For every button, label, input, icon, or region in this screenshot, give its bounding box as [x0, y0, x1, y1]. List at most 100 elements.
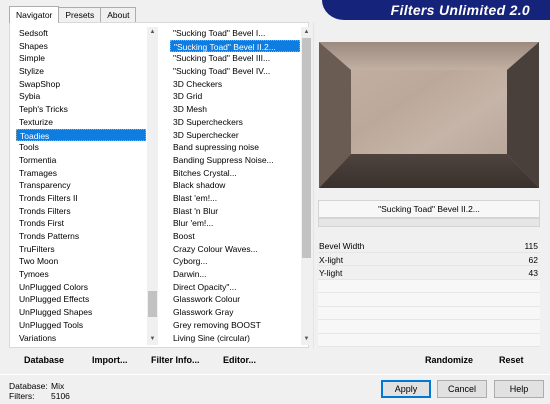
- database-value: Mix: [51, 381, 65, 391]
- list-item[interactable]: Tymoes: [16, 268, 146, 281]
- panel-divider: [313, 22, 314, 348]
- param-value: 62: [528, 254, 538, 265]
- list-item[interactable]: Tronds Patterns: [16, 230, 146, 243]
- list-item[interactable]: Sedsoft: [16, 27, 146, 40]
- list-item[interactable]: UnPlugged Colors: [16, 281, 146, 294]
- list-item[interactable]: 3D Superchecker: [170, 129, 300, 142]
- scroll-thumb[interactable]: [148, 291, 157, 317]
- list-item[interactable]: Band supressing noise: [170, 141, 300, 154]
- filters-count: 5106: [51, 391, 70, 401]
- list-item[interactable]: Teph's Tricks: [16, 103, 146, 116]
- list-item[interactable]: Stylize: [16, 65, 146, 78]
- list-item[interactable]: Two Moon: [16, 255, 146, 268]
- tab-presets[interactable]: Presets: [58, 7, 102, 22]
- filter-list[interactable]: "Sucking Toad" Bevel I... "Sucking Toad" …: [170, 27, 300, 345]
- list-item[interactable]: Tronds First: [16, 217, 146, 230]
- scroll-up-icon[interactable]: ▲: [147, 27, 158, 38]
- title-banner: Filters Unlimited 2.0: [322, 0, 550, 20]
- list-item[interactable]: Toadies: [16, 128, 146, 142]
- list-item[interactable]: Black shadow: [170, 179, 300, 192]
- separator-bar: [318, 218, 540, 227]
- footer-divider: [0, 374, 550, 375]
- list-item[interactable]: Glasswork Gray: [170, 306, 300, 319]
- list-item[interactable]: Cyborg...: [170, 255, 300, 268]
- list-item[interactable]: Living Sine (circular): [170, 332, 300, 345]
- list-item[interactable]: UnPlugged Tools: [16, 319, 146, 332]
- list-item[interactable]: TruFilters: [16, 243, 146, 256]
- scroll-down-icon[interactable]: ▼: [147, 334, 158, 345]
- list-item[interactable]: Blast 'em!...: [170, 192, 300, 205]
- param-row-y-light[interactable]: Y-light 43: [318, 266, 540, 280]
- list-item[interactable]: 3D Grid: [170, 90, 300, 103]
- param-row-x-light[interactable]: X-light 62: [318, 253, 540, 266]
- tab-bar: Navigator Presets About: [9, 6, 137, 23]
- list-item[interactable]: 3D Checkers: [170, 78, 300, 91]
- list-item[interactable]: Tools: [16, 141, 146, 154]
- list-item[interactable]: Tronds Filters: [16, 205, 146, 218]
- param-label: Y-light: [319, 268, 343, 278]
- scroll-up-icon[interactable]: ▲: [301, 27, 312, 38]
- param-row-empty: [318, 293, 540, 307]
- reset-button[interactable]: Reset: [499, 355, 524, 365]
- list-item[interactable]: "Sucking Toad" Bevel III...: [170, 52, 300, 65]
- list-item[interactable]: Boost: [170, 230, 300, 243]
- help-button[interactable]: Help: [494, 380, 544, 398]
- import-button[interactable]: Import...: [92, 355, 128, 365]
- cancel-button[interactable]: Cancel: [437, 380, 487, 398]
- filters-label: Filters:: [9, 391, 35, 401]
- list-item[interactable]: Tramages: [16, 167, 146, 180]
- tab-navigator[interactable]: Navigator: [9, 6, 60, 23]
- category-scrollbar[interactable]: ▲ ▼: [147, 27, 158, 345]
- param-value: 115: [524, 241, 538, 251]
- scroll-down-icon[interactable]: ▼: [301, 334, 312, 345]
- list-item[interactable]: Transparency: [16, 179, 146, 192]
- list-item[interactable]: Banding Suppress Noise...: [170, 154, 300, 167]
- filter-info-button[interactable]: Filter Info...: [151, 355, 200, 365]
- list-item[interactable]: Direct Opacity"...: [170, 281, 300, 294]
- list-item[interactable]: Blur 'em!...: [170, 217, 300, 230]
- param-label: X-light: [319, 254, 344, 265]
- database-button[interactable]: Database: [24, 355, 64, 365]
- param-value: 43: [528, 268, 538, 278]
- tab-about[interactable]: About: [100, 7, 137, 22]
- list-item[interactable]: Variations: [16, 332, 146, 345]
- randomize-button[interactable]: Randomize: [425, 355, 473, 365]
- list-item[interactable]: "Sucking Toad" Bevel IV...: [170, 65, 300, 78]
- parameter-list: Bevel Width 115 X-light 62 Y-light 43: [318, 239, 540, 347]
- current-filter-name: "Sucking Toad" Bevel II.2...: [318, 200, 540, 218]
- list-item[interactable]: "Sucking Toad" Bevel I...: [170, 27, 300, 40]
- list-item[interactable]: Darwin...: [170, 268, 300, 281]
- param-row-empty: [318, 333, 540, 347]
- list-item[interactable]: 3D Mesh: [170, 103, 300, 116]
- list-item[interactable]: Crazy Colour Waves...: [170, 243, 300, 256]
- preview-image: [319, 42, 539, 188]
- list-item[interactable]: Bitches Crystal...: [170, 167, 300, 180]
- filter-scrollbar[interactable]: ▲ ▼: [301, 27, 312, 345]
- param-row-bevel-width[interactable]: Bevel Width 115: [318, 239, 540, 253]
- list-item[interactable]: 3D Supercheckers: [170, 116, 300, 129]
- list-item[interactable]: Sybia: [16, 90, 146, 103]
- database-label: Database:: [9, 381, 48, 391]
- param-row-empty: [318, 306, 540, 320]
- list-item[interactable]: Glasswork Colour: [170, 293, 300, 306]
- list-item[interactable]: SwapShop: [16, 78, 146, 91]
- param-label: Bevel Width: [319, 241, 365, 251]
- list-item[interactable]: Grey removing BOOST: [170, 319, 300, 332]
- list-item[interactable]: UnPlugged Effects: [16, 293, 146, 306]
- list-item[interactable]: UnPlugged Shapes: [16, 306, 146, 319]
- list-item[interactable]: Tormentia: [16, 154, 146, 167]
- apply-button[interactable]: Apply: [381, 380, 431, 398]
- param-row-empty: [318, 320, 540, 334]
- scroll-thumb[interactable]: [302, 38, 311, 258]
- editor-button[interactable]: Editor...: [223, 355, 256, 365]
- list-item[interactable]: Tronds Filters II: [16, 192, 146, 205]
- status-info: Database: Mix Filters: 5106: [9, 381, 70, 401]
- bevel-preview-graphic: [319, 42, 539, 188]
- list-item[interactable]: "Sucking Toad" Bevel II.2...: [170, 39, 300, 53]
- list-item[interactable]: Texturize: [16, 116, 146, 129]
- list-item[interactable]: Simple: [16, 52, 146, 65]
- category-list[interactable]: Sedsoft Shapes Simple Stylize SwapShop Sybia T…: [16, 27, 146, 345]
- list-item[interactable]: Blast 'n Blur: [170, 205, 300, 218]
- list-item[interactable]: Shapes: [16, 40, 146, 53]
- banner-title: Filters Unlimited 2.0: [390, 2, 530, 18]
